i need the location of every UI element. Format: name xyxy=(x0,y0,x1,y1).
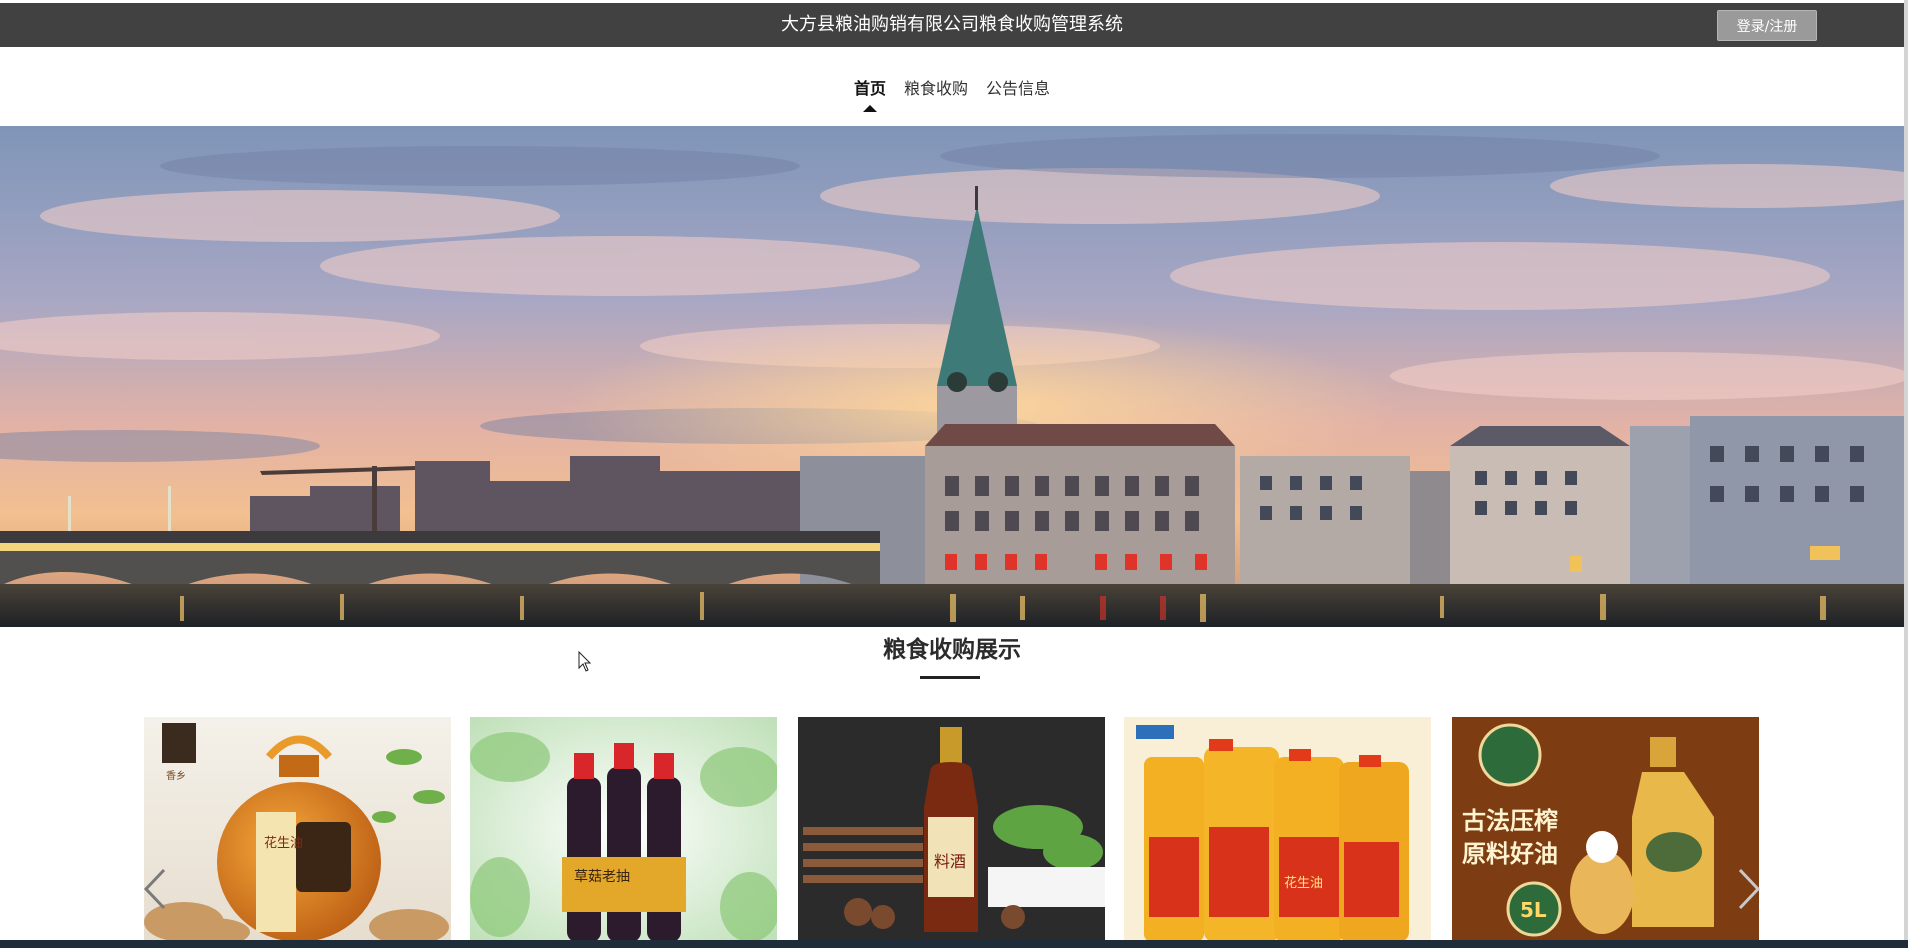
top-header-bar: 大方县粮油购销有限公司粮食收购管理系统 登录/注册 xyxy=(0,3,1904,47)
pressed-oil-ad-image: 古法压榨 原料好油 5L xyxy=(1452,717,1759,942)
login-register-button[interactable]: 登录/注册 xyxy=(1717,10,1817,41)
product-card[interactable]: 香乡 花生油 xyxy=(144,717,451,942)
product-label: 原料好油 xyxy=(1462,840,1558,868)
chevron-left-icon[interactable] xyxy=(142,866,168,912)
product-card[interactable]: 草菇老抽 xyxy=(470,717,777,942)
nav-item-label: 公告信息 xyxy=(986,79,1051,98)
chevron-right-icon[interactable] xyxy=(1736,866,1762,912)
product-card[interactable]: 花生油 xyxy=(1124,717,1431,942)
nav-item-announcements[interactable]: 公告信息 xyxy=(977,75,1059,99)
product-carousel: 香乡 花生油 草菇老抽 料酒 花生油 古法压榨 原料好油 5L xyxy=(144,717,1762,942)
product-label: 草菇老抽 xyxy=(574,869,630,885)
product-label: 料酒 xyxy=(934,852,966,871)
page: 大方县粮油购销有限公司粮食收购管理系统 登录/注册 首页 粮食收购 公告信息 粮… xyxy=(0,0,1908,948)
mouse-cursor-icon xyxy=(578,651,592,672)
nav-item-grain-purchase[interactable]: 粮食收购 xyxy=(895,75,977,99)
peanut-oil-drums-image: 花生油 xyxy=(1124,717,1431,942)
nav-items: 首页 粮食收购 公告信息 xyxy=(845,75,1059,112)
product-card[interactable]: 古法压榨 原料好油 5L xyxy=(1452,717,1759,942)
city-skyline-image xyxy=(0,126,1904,627)
soy-sauce-bottles-image: 草菇老抽 xyxy=(470,717,777,942)
active-caret-icon xyxy=(863,105,877,112)
product-label: 花生油 xyxy=(264,835,303,851)
os-taskbar xyxy=(0,940,1908,948)
main-nav: 首页 粮食收购 公告信息 xyxy=(0,47,1904,126)
product-label: 花生油 xyxy=(1284,875,1323,891)
product-label: 香乡 xyxy=(166,770,186,782)
window-scrollbar[interactable] xyxy=(1904,0,1908,948)
product-card[interactable]: 料酒 xyxy=(798,717,1105,942)
site-title: 大方县粮油购销有限公司粮食收购管理系统 xyxy=(781,14,1123,35)
title-underline xyxy=(920,676,980,679)
nav-item-label: 首页 xyxy=(854,79,887,98)
showcase-title: 粮食收购展示 xyxy=(883,637,1021,663)
peanut-oil-jar-image: 香乡 花生油 xyxy=(144,717,451,942)
hero-banner[interactable] xyxy=(0,126,1904,627)
nav-item-home[interactable]: 首页 xyxy=(845,75,895,112)
product-label: 古法压榨 xyxy=(1462,807,1558,835)
product-label: 5L xyxy=(1520,898,1547,922)
cooking-wine-bottle-image: 料酒 xyxy=(798,717,1105,942)
nav-item-label: 粮食收购 xyxy=(904,79,969,98)
